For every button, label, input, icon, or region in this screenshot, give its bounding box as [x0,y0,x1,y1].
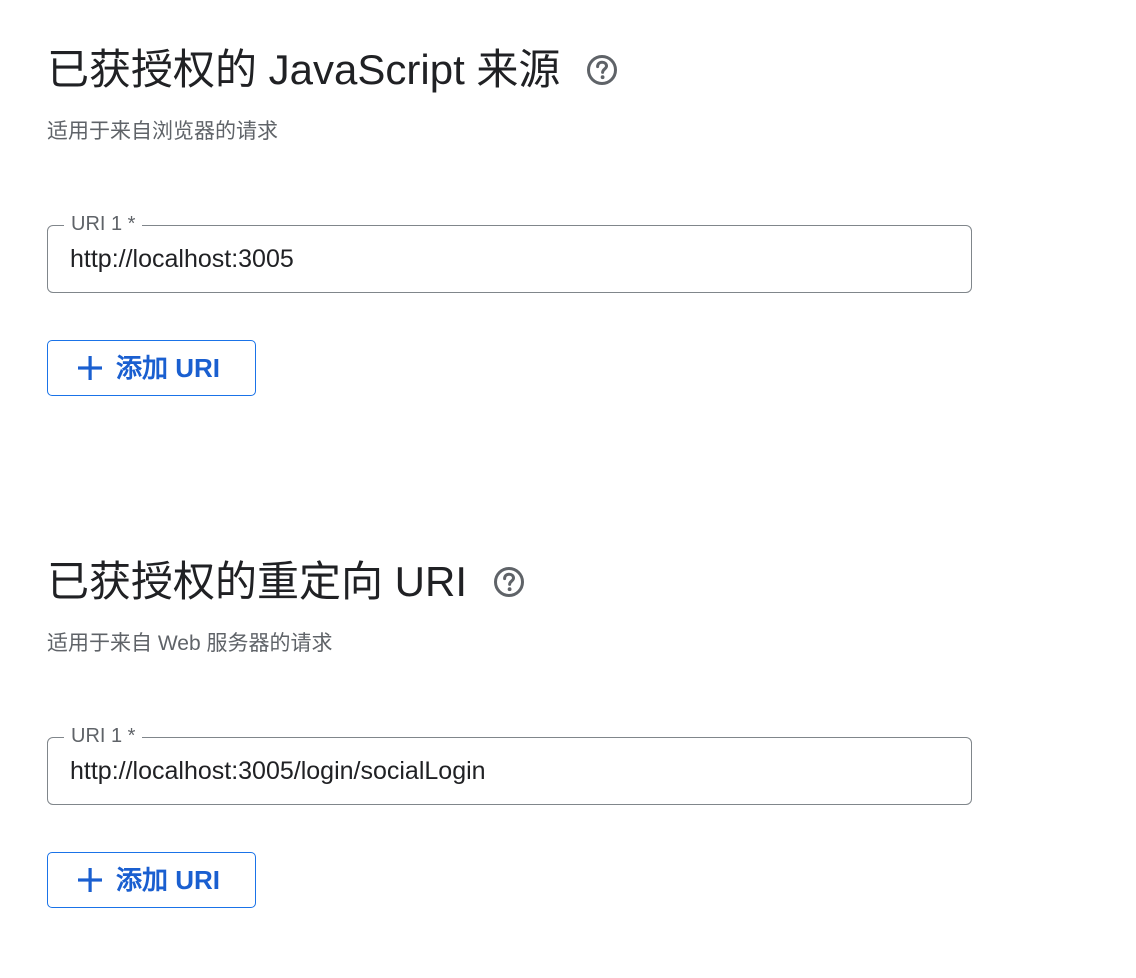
plus-icon-svg [78,356,102,380]
add-uri-label: 添加 URI [116,353,221,383]
js-origins-title-row: 已获授权的 JavaScript 来源 [47,40,618,100]
js-origins-subtitle: 适用于来自浏览器的请求 [47,120,278,143]
plus-icon [76,354,104,382]
redirect-uris-title: 已获授权的重定向 URI [47,558,468,605]
plus-icon-svg [78,868,102,892]
js-origin-uri-input[interactable] [70,238,930,280]
plus-icon [76,866,104,894]
js-origin-uri-label: URI 1 * [64,212,143,236]
help-circle-icon [587,55,618,85]
add-js-origin-uri-button[interactable]: 添加 URI [47,340,256,396]
help-icon[interactable] [586,54,618,86]
add-uri-label: 添加 URI [116,865,221,895]
js-origins-title: 已获授权的 JavaScript 来源 [47,46,561,93]
help-circle-icon [494,567,525,597]
redirect-uri-label: URI 1 * [64,724,143,748]
redirect-uri-field[interactable]: URI 1 * [47,724,972,805]
js-origin-uri-field[interactable]: URI 1 * [47,212,972,293]
add-redirect-uri-button[interactable]: 添加 URI [47,852,256,908]
redirect-uris-title-row: 已获授权的重定向 URI [47,552,525,612]
help-icon[interactable] [493,566,525,598]
redirect-uri-input[interactable] [70,750,930,792]
redirect-uris-subtitle: 适用于来自 Web 服务器的请求 [47,632,333,655]
